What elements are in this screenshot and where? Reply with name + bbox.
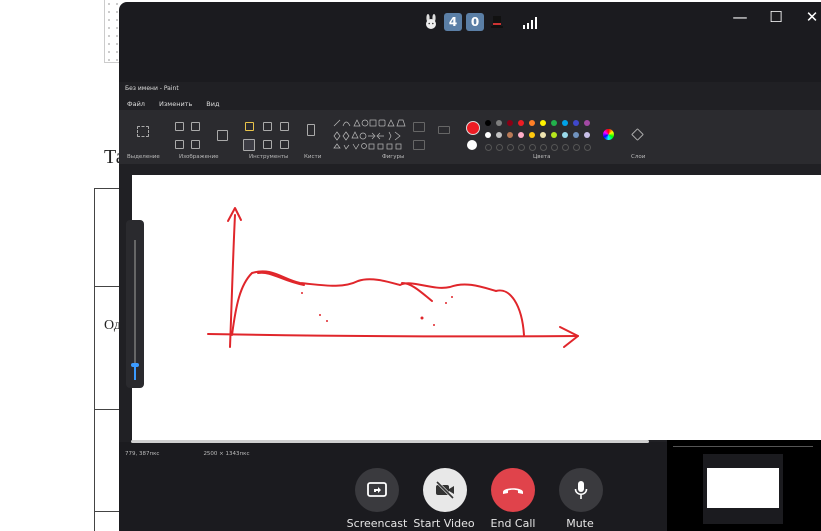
color-picker-icon[interactable] (263, 140, 272, 149)
resize-icon[interactable] (191, 122, 200, 131)
secondary-color-swatch[interactable] (467, 140, 477, 150)
color-swatch[interactable] (573, 120, 579, 126)
empty-color-slot[interactable] (551, 144, 558, 151)
color-swatch[interactable] (551, 132, 557, 138)
zoom-slider-track[interactable] (134, 240, 136, 380)
video-off-icon (435, 481, 455, 499)
mute-button[interactable] (559, 468, 603, 512)
hand-drawn-graph (207, 207, 579, 348)
start-video-button[interactable] (423, 468, 467, 512)
rabbit-icon (422, 13, 440, 31)
empty-color-slot[interactable] (518, 144, 525, 151)
call-window: 4 0 — ☐ ✕ Без имени - Paint Файл Изменит… (119, 2, 821, 531)
paint-canvas[interactable] (132, 175, 821, 440)
eraser-icon[interactable] (243, 139, 255, 151)
paint-ribbon: Выделение Изображение Инструменты Кисти … (119, 110, 821, 164)
group-label-image: Изображение (179, 154, 219, 160)
start-video-label: Start Video (413, 517, 475, 530)
color-swatch[interactable] (584, 132, 590, 138)
microphone-icon (574, 481, 588, 499)
menu-edit[interactable]: Изменить (159, 100, 192, 108)
digit-badge: 0 (466, 13, 484, 31)
curve-inner-stroke (257, 271, 305, 286)
layers-icon[interactable] (631, 128, 644, 141)
group-label-brushes: Кисти (304, 154, 322, 160)
empty-color-slot[interactable] (540, 144, 547, 151)
empty-color-slot[interactable] (496, 144, 503, 151)
group-label-select: Выделение (127, 154, 160, 160)
signal-strength-icon (523, 17, 537, 29)
group-label-shapes: Фигуры (382, 154, 405, 160)
flip-icon[interactable] (191, 140, 200, 149)
shape-outline-icon[interactable] (413, 122, 425, 132)
paint-title: Без имени - Paint (125, 85, 179, 92)
menu-file[interactable]: Файл (127, 100, 145, 108)
primary-color-swatch[interactable] (466, 121, 480, 135)
pencil-icon[interactable] (245, 122, 254, 131)
top-hat-icon (488, 13, 506, 31)
select-tool-icon[interactable] (137, 126, 149, 137)
color-swatch[interactable] (529, 132, 535, 138)
group-label-layers: Слои (631, 154, 646, 160)
brush-icon[interactable] (307, 124, 315, 136)
color-swatch[interactable] (529, 120, 535, 126)
empty-color-slot[interactable] (562, 144, 569, 151)
magnifier-icon[interactable] (280, 140, 289, 149)
color-swatch[interactable] (562, 132, 568, 138)
empty-color-slot[interactable] (573, 144, 580, 151)
screencast-button[interactable] (355, 468, 399, 512)
mute-label: Mute (566, 517, 594, 530)
empty-color-slot[interactable] (584, 144, 591, 151)
stray-marks (301, 292, 453, 326)
color-swatch[interactable] (507, 132, 513, 138)
line-size-icon[interactable] (438, 126, 450, 134)
zoom-slider-fill (134, 365, 136, 380)
call-top-bar: 4 0 — ☐ ✕ (119, 2, 821, 42)
empty-color-slot[interactable] (485, 144, 492, 151)
color-swatch[interactable] (496, 120, 502, 126)
color-swatch[interactable] (518, 120, 524, 126)
color-swatch[interactable] (485, 120, 491, 126)
menu-view[interactable]: Вид (206, 100, 219, 108)
close-button[interactable]: ✕ (803, 8, 821, 26)
color-swatch[interactable] (540, 132, 546, 138)
digit-badge: 4 (444, 13, 462, 31)
color-swatch[interactable] (573, 132, 579, 138)
minimize-button[interactable]: — (731, 8, 749, 26)
screencast-icon (367, 482, 387, 497)
image-options-icon[interactable] (217, 130, 228, 141)
shapes-gallery-icon[interactable] (332, 118, 408, 152)
x-axis-stroke (207, 333, 579, 338)
color-swatch[interactable] (551, 120, 557, 126)
color-swatch[interactable] (540, 120, 546, 126)
color-swatch[interactable] (485, 132, 491, 138)
curve-stroke (231, 270, 525, 336)
edit-colors-icon[interactable] (603, 129, 614, 140)
color-swatch[interactable] (496, 132, 502, 138)
empty-color-slot[interactable] (529, 144, 536, 151)
rotate-icon[interactable] (175, 140, 184, 149)
emoji-status-row: 4 0 (422, 13, 506, 31)
zoom-panel (126, 220, 144, 388)
color-swatch[interactable] (507, 120, 513, 126)
text-tool-icon[interactable] (280, 122, 289, 131)
maximize-button[interactable]: ☐ (767, 8, 785, 26)
zoom-slider-knob[interactable] (131, 363, 139, 367)
shape-fill-icon[interactable] (413, 140, 425, 150)
crop-icon[interactable] (175, 122, 184, 131)
group-label-tools: Инструменты (249, 154, 289, 160)
group-label-colors: Цвета (533, 154, 551, 160)
phone-hangup-icon (503, 488, 523, 494)
end-call-button[interactable] (491, 468, 535, 512)
color-swatch[interactable] (518, 132, 524, 138)
color-swatch[interactable] (584, 120, 590, 126)
empty-color-slot[interactable] (507, 144, 514, 151)
color-swatch[interactable] (562, 120, 568, 126)
shared-screen: Без имени - Paint Файл Изменить Вид Выде… (119, 82, 821, 457)
fill-icon[interactable] (263, 122, 272, 131)
paint-menu-bar: Файл Изменить Вид (127, 100, 219, 108)
